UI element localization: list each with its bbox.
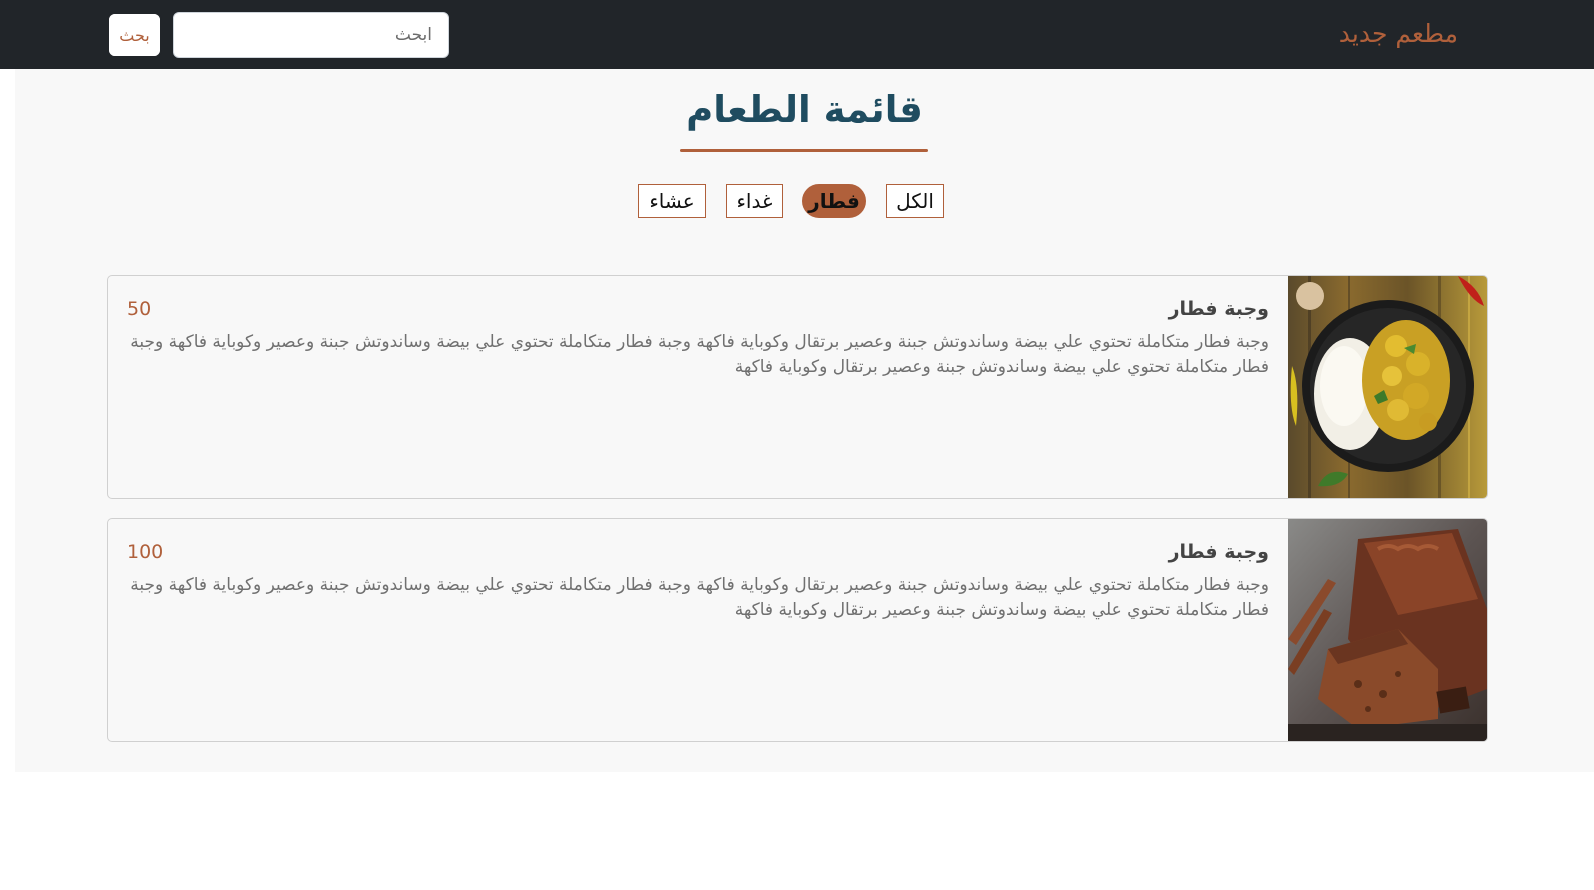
filter-lunch-button[interactable]: غداء [726, 184, 783, 218]
menu-item-title: وجبة فطار [1168, 298, 1269, 320]
title-underline [680, 149, 928, 152]
menu-item-card[interactable]: وجبة فطار 100 وجبة فطار متكاملة تحتوي عل… [107, 518, 1488, 742]
brand-logo[interactable]: مطعم جديد [1339, 18, 1458, 50]
filter-all-button[interactable]: الكل [886, 184, 944, 218]
menu-item-card[interactable]: وجبة فطار 50 وجبة فطار متكاملة تحتوي علي… [107, 275, 1488, 499]
main-content: قائمة الطعام الكل فطار غداء عشاء وجبة فط… [15, 69, 1594, 772]
filter-breakfast-button[interactable]: فطار [802, 184, 866, 218]
page-title: قائمة الطعام [686, 88, 923, 131]
menu-item-description: وجبة فطار متكاملة تحتوي علي بيضة وساندوت… [130, 332, 1269, 377]
filter-dinner-button[interactable]: عشاء [638, 184, 706, 218]
menu-item-price: 50 [127, 298, 152, 320]
menu-item-title: وجبة فطار [1168, 541, 1269, 563]
menu-item-description: وجبة فطار متكاملة تحتوي علي بيضة وساندوت… [130, 575, 1269, 620]
chocolate-loaf-cake-image [1288, 519, 1487, 741]
menu-item-price: 100 [127, 541, 164, 563]
navbar: مطعم جديد بحث [0, 0, 1594, 69]
curry-rice-plate-image [1288, 276, 1487, 498]
search-button[interactable]: بحث [107, 12, 162, 58]
search-input[interactable] [173, 12, 449, 58]
